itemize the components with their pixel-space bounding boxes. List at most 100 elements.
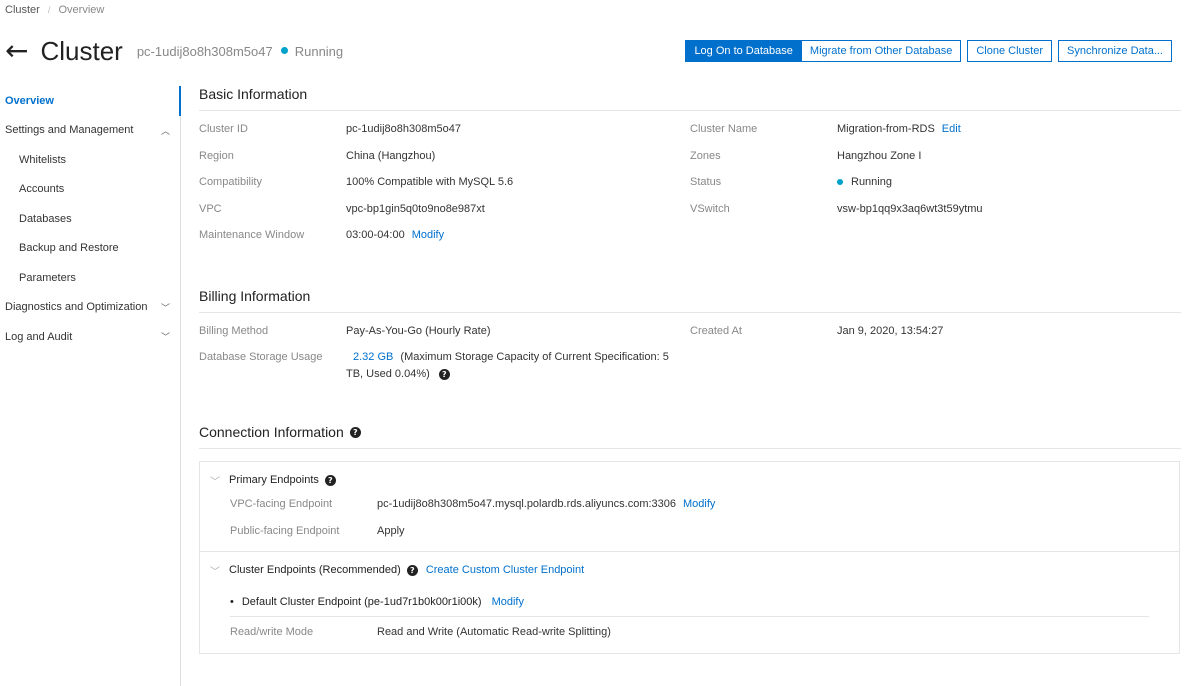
modify-maintenance-link[interactable]: Modify [412, 229, 444, 241]
chevron-down-icon: ﹀ [160, 332, 170, 343]
modify-default-endpoint-link[interactable]: Modify [492, 596, 524, 608]
sidebar-item-label: Databases [19, 212, 72, 225]
primary-endpoints-body: VPC-facing Endpoint pc-1udij8o8h308m5o47… [200, 498, 1179, 551]
vpc-endpoint-value: pc-1udij8o8h308m5o47.mysql.polardb.rds.a… [377, 498, 715, 510]
help-icon[interactable]: ? [349, 426, 361, 438]
cluster-name-value: Migration-from-RDS Edit [837, 123, 961, 135]
sidebar-item-backup[interactable]: Backup and Restore [0, 234, 180, 264]
maintenance-value: 03:00-04:00 Modify [346, 229, 444, 241]
section-title-text: Basic Information [199, 86, 308, 102]
default-endpoint-row: • Default Cluster Endpoint (pe-1ud7r1b0k… [200, 588, 1179, 616]
cluster-endpoints-title: Cluster Endpoints (Recommended) [229, 564, 401, 576]
page-title: Cluster [40, 35, 123, 66]
cluster-endpoints-header[interactable]: ﹀ Cluster Endpoints (Recommended) ? Crea… [200, 552, 1179, 588]
info-row: Maintenance Window 03:00-04:00 Modify [199, 229, 1181, 256]
status-dot-icon [280, 47, 288, 54]
chevron-down-icon: ﹀ [160, 302, 170, 313]
cluster-name-text: Migration-from-RDS [837, 123, 935, 135]
info-row: Compatibility 100% Compatible with MySQL… [199, 176, 1181, 203]
sidebar-item-label: Diagnostics and Optimization [5, 301, 148, 314]
migrate-button[interactable]: Migrate from Other Database [801, 40, 962, 62]
maintenance-label: Maintenance Window [199, 229, 305, 241]
section-title-text: Billing Information [199, 287, 311, 304]
main-content: Basic Information Cluster ID pc-1udij8o8… [199, 86, 1181, 654]
sidebar-item-label: Settings and Management [5, 124, 134, 137]
cluster-name-label: Cluster Name [690, 123, 758, 135]
create-custom-endpoint-link[interactable]: Create Custom Cluster Endpoint [426, 564, 584, 576]
synchronize-data-button[interactable]: Synchronize Data... [1058, 40, 1172, 62]
vswitch-link[interactable]: vsw-bp1qq9x3aq6wt3t59ytmu [837, 203, 983, 215]
sidebar-item-whitelists[interactable]: Whitelists [0, 145, 180, 175]
edit-name-link[interactable]: Edit [942, 123, 961, 135]
vswitch-label: VSwitch [690, 202, 730, 215]
billing-info-title: Billing Information [199, 288, 1181, 313]
help-icon[interactable]: ? [438, 369, 450, 380]
breadcrumb-separator: / [47, 5, 51, 15]
section-title-text: Connection Information [199, 424, 344, 440]
info-row: Region China (Hangzhou) Zones Hangzhou Z… [199, 150, 1181, 177]
maintenance-text: 03:00-04:00 [346, 229, 405, 241]
bullet-icon: • [230, 596, 234, 608]
sidebar-item-label: Overview [5, 94, 54, 107]
cluster-endpoint-body: Read/write Mode Read and Write (Automati… [200, 617, 1179, 653]
info-row: Read/write Mode Read and Write (Automati… [230, 626, 1179, 653]
rw-mode-value: Read and Write (Automatic Read-write Spl… [377, 626, 611, 638]
chevron-down-icon: ﹀ [210, 476, 220, 488]
breadcrumb-cluster[interactable]: Cluster [5, 4, 40, 16]
default-endpoint-text: Default Cluster Endpoint (pe-1ud7r1b0k00… [241, 596, 482, 608]
cluster-id-value: pc-1udij8o8h308m5o47 [346, 123, 461, 135]
chevron-up-icon: ︿ [160, 125, 170, 136]
storage-usage-value: 2.32 GB (Maximum Storage Capacity of Cur… [346, 349, 669, 383]
primary-endpoints-header[interactable]: ﹀ Primary Endpoints ? [200, 462, 1179, 498]
info-row: Billing Method Pay-As-You-Go (Hourly Rat… [199, 325, 1181, 352]
header-status: Running [294, 43, 344, 59]
rw-mode-label: Read/write Mode [230, 626, 314, 638]
public-endpoint-label: Public-facing Endpoint [230, 524, 340, 537]
vpc-link[interactable]: vpc-bp1gin5q0to9no8e987xt [346, 203, 485, 215]
primary-endpoints-title: Primary Endpoints [229, 474, 319, 486]
vpc-label: VPC [199, 202, 222, 215]
billing-method-label: Billing Method [199, 324, 269, 337]
connection-panel: ﹀ Primary Endpoints ? VPC-facing Endpoin… [199, 461, 1180, 654]
sidebar-item-parameters[interactable]: Parameters [0, 263, 180, 293]
sidebar-item-overview[interactable]: Overview [0, 86, 181, 116]
zones-value: Hangzhou Zone I [837, 149, 922, 162]
zones-label: Zones [690, 149, 721, 162]
breadcrumb: Cluster / Overview [5, 4, 104, 16]
apply-public-endpoint-link[interactable]: Apply [377, 525, 405, 537]
storage-value-link[interactable]: 2.32 GB [353, 351, 393, 363]
breadcrumb-current: Overview [58, 4, 105, 16]
created-at-label: Created At [690, 324, 742, 337]
vpc-endpoint-label: VPC-facing Endpoint [230, 498, 333, 510]
sidebar-item-accounts[interactable]: Accounts [0, 175, 180, 205]
info-row: Database Storage Usage 2.32 GB (Maximum … [199, 351, 1181, 401]
basic-info-title: Basic Information [199, 86, 1181, 111]
storage-note: (Maximum Storage Capacity of Current Spe… [400, 351, 669, 363]
help-icon[interactable]: ? [406, 564, 418, 576]
header-cluster-id: pc-1udij8o8h308m5o47 [136, 43, 273, 59]
compatibility-value: 100% Compatible with MySQL 5.6 [346, 176, 514, 188]
sidebar-item-databases[interactable]: Databases [0, 204, 180, 234]
sidebar-item-label: Whitelists [19, 153, 67, 166]
clone-cluster-button[interactable]: Clone Cluster [967, 40, 1052, 62]
sidebar-item-log-audit[interactable]: Log and Audit ﹀ [0, 322, 180, 352]
sidebar: Overview Settings and Management ︿ Whitel… [0, 86, 181, 686]
modify-endpoint-link[interactable]: Modify [683, 498, 715, 510]
status-label: Status [690, 176, 722, 188]
page-header: ← Cluster pc-1udij8o8h308m5o47 Running [5, 36, 343, 66]
log-on-database-button[interactable]: Log On to Database [685, 40, 802, 62]
connection-info-title: Connection Information? [199, 424, 1181, 449]
info-row: Cluster ID pc-1udij8o8h308m5o47 Cluster … [199, 123, 1181, 150]
vpc-endpoint-text: pc-1udij8o8h308m5o47.mysql.polardb.rds.a… [377, 498, 677, 510]
sidebar-item-settings[interactable]: Settings and Management ︿ [0, 116, 180, 146]
help-icon[interactable]: ? [324, 474, 336, 486]
billing-method-value: Pay-As-You-Go (Hourly Rate) [346, 324, 491, 337]
status-value: Running [837, 176, 892, 188]
back-arrow-icon[interactable]: ← [5, 37, 28, 65]
info-row: Public-facing Endpoint Apply [230, 525, 1179, 552]
region-label: Region [199, 149, 234, 162]
sidebar-item-diagnostics[interactable]: Diagnostics and Optimization ﹀ [0, 293, 180, 323]
sidebar-item-label: Log and Audit [5, 330, 73, 343]
action-buttons: Log On to Database Migrate from Other Da… [685, 40, 1172, 62]
created-at-value: Jan 9, 2020, 13:54:27 [837, 324, 944, 337]
